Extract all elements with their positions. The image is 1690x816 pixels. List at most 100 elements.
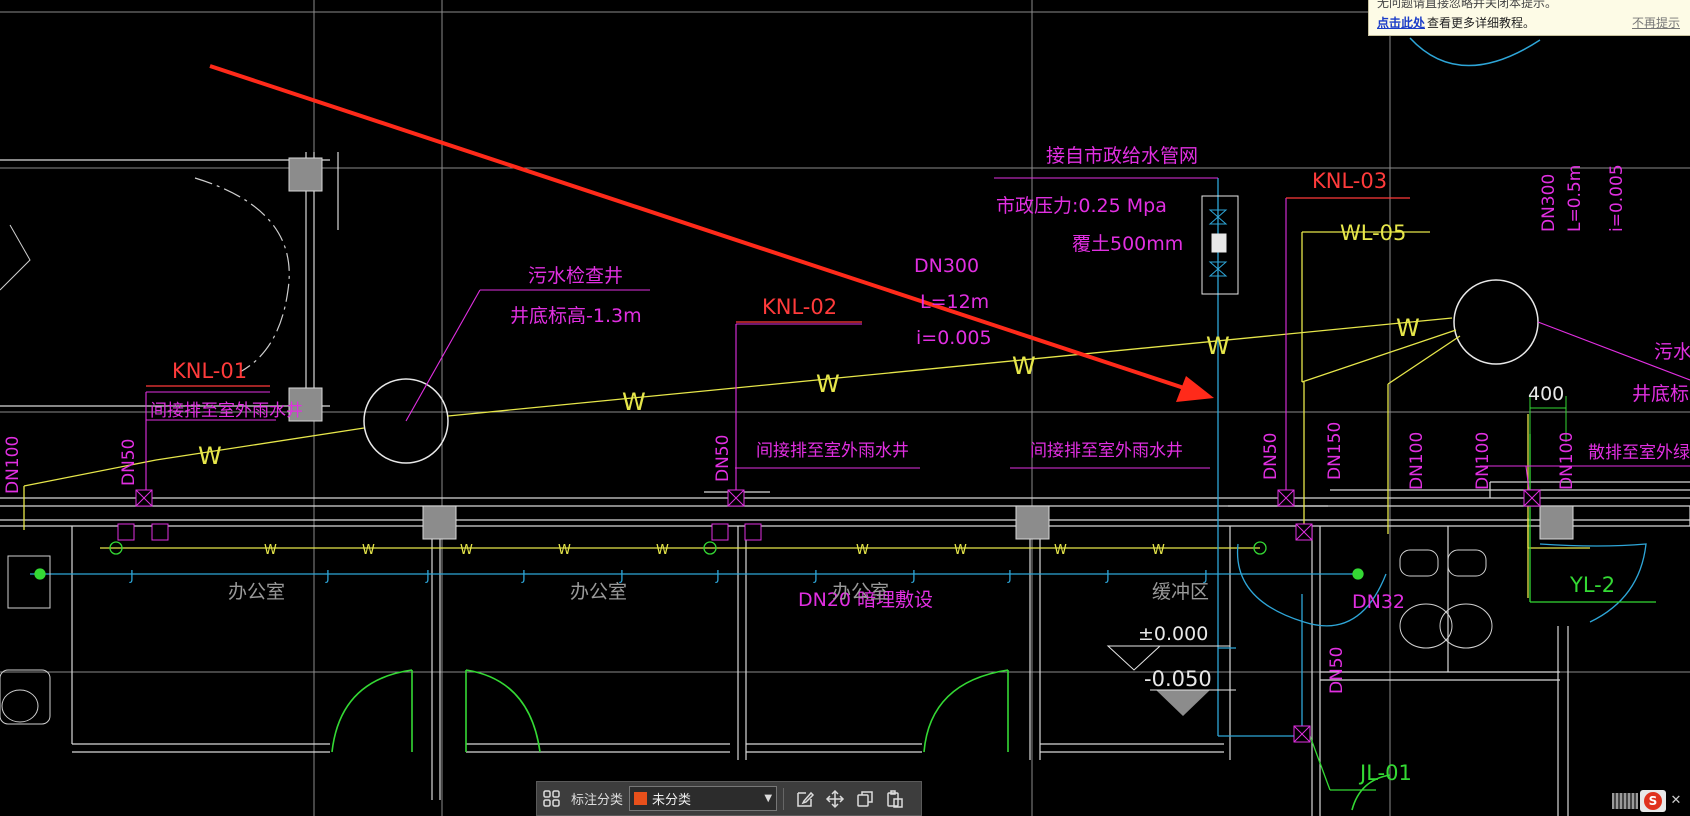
walls — [0, 152, 1690, 816]
toolbar-separator — [783, 787, 785, 810]
svg-text:J: J — [911, 569, 916, 584]
svg-text:W: W — [362, 543, 375, 558]
room-buffer: 缓冲区 — [1152, 581, 1209, 603]
indirect-rain-label: 间接排至室外雨水井 — [756, 441, 909, 461]
tip-banner: 无问题请直接忽略并关闭本提示。 点击此处 查看更多详细教程。 不再提示 — [1368, 0, 1690, 36]
ime-icon[interactable]: S — [1640, 790, 1666, 812]
svg-text:J: J — [1007, 569, 1012, 584]
valve-box — [1201, 195, 1239, 295]
svg-text:J: J — [1105, 569, 1110, 584]
svg-text:W: W — [460, 543, 473, 558]
sewage-right-label: 污水 — [1654, 341, 1690, 363]
move-icon[interactable] — [820, 784, 850, 814]
cleanouts — [117, 489, 1541, 743]
sewage-well-elevation: 井底标高-1.3m — [510, 305, 642, 327]
paste-icon[interactable] — [880, 784, 910, 814]
jl01-label: JL-01 — [1358, 761, 1412, 785]
svg-text:DN100: DN100 — [3, 436, 23, 494]
svg-text:W: W — [954, 543, 967, 558]
annotation-category-select[interactable]: 未分类 ▼ — [629, 786, 778, 811]
red-labels: KNL-01 KNL-02 KNL-03 — [172, 169, 1387, 383]
svg-text:W: W — [856, 543, 869, 558]
well-elev-right-label: 井底标高 — [1632, 383, 1690, 405]
elevation-minus: -0.050 — [1144, 667, 1212, 691]
dashed-arc — [194, 177, 290, 373]
sewage-well-label: 污水检查井 — [528, 265, 623, 287]
wl05-label: WL-05 — [1340, 221, 1406, 245]
svg-text:W: W — [264, 543, 277, 558]
svg-text:W: W — [558, 543, 571, 558]
svg-text:J: J — [129, 569, 134, 584]
svg-text:DN100: DN100 — [1473, 432, 1493, 490]
cover-soil-label: 覆土500mm — [1072, 233, 1183, 255]
room-office: 办公室 — [832, 581, 889, 603]
cleanout-crosses — [135, 489, 1541, 743]
w-marker: W — [1396, 314, 1420, 342]
svg-text:i=0.005: i=0.005 — [1607, 164, 1627, 232]
magenta-labels: 污水检查井 井底标高-1.3m 间接排至室外雨水井 间接排至室外雨水井 间接排至… — [150, 145, 1690, 613]
cad-drawing-canvas[interactable]: W W W W W W W W W W W W W W W J J J J J … — [0, 0, 1690, 816]
red-pointer-arrow-head — [1176, 376, 1214, 402]
knl03-label: KNL-03 — [1312, 169, 1387, 193]
annotation-toolbar: 标注分类 未分类 ▼ — [536, 781, 922, 816]
yl2-label: YL-2 — [1569, 573, 1615, 597]
tip-top-text: 无问题请直接忽略并关闭本提示。 — [1377, 0, 1558, 10]
svg-text:DN50: DN50 — [713, 435, 733, 482]
svg-text:DN100: DN100 — [1557, 432, 1577, 490]
tip-text: 查看更多详细教程。 — [1427, 16, 1536, 30]
svg-text:W: W — [1152, 543, 1165, 558]
manholes — [363, 37, 1541, 464]
tip-tutorial-link[interactable]: 点击此处 — [1377, 14, 1425, 31]
dn32-label: DN32 — [1352, 591, 1405, 613]
edit-icon[interactable] — [790, 784, 820, 814]
svg-text:J: J — [521, 569, 526, 584]
municipal-supply-label: 接自市政给水管网 — [1046, 145, 1198, 167]
svg-text:DN150: DN150 — [1325, 422, 1345, 480]
municipal-pressure-label: 市政压力:0.25 Mpa — [996, 195, 1167, 217]
chevron-down-icon: ▼ — [764, 793, 773, 804]
cad-drawing: W W W W W W W W W W W W W W W J J J J J … — [0, 0, 1690, 816]
svg-text:DN300: DN300 — [1539, 174, 1559, 232]
knl02-label: KNL-02 — [762, 295, 837, 319]
copy-icon[interactable] — [850, 784, 880, 814]
w-marker: W — [1206, 332, 1230, 360]
svg-text:J: J — [425, 569, 430, 584]
svg-text:W: W — [656, 543, 669, 558]
system-tray: S ✕ — [1612, 788, 1690, 814]
svg-text:DN50: DN50 — [1261, 433, 1281, 480]
pipe-slope-label: i=0.005 — [916, 327, 992, 349]
elev-triangle-2 — [1156, 690, 1210, 716]
knl01-label: KNL-01 — [172, 359, 247, 383]
tray-grip-icon[interactable] — [1612, 793, 1638, 809]
j-markers: J J J J J J J J J J J — [129, 569, 1208, 584]
room-office: 办公室 — [228, 581, 285, 603]
left-symbol — [0, 224, 31, 291]
elevation-zero: ±0.000 — [1138, 623, 1208, 645]
w-marker: W — [198, 442, 222, 470]
dn300-label: DN300 — [914, 255, 979, 277]
category-color-swatch — [634, 792, 648, 805]
svg-text:L=0.5m: L=0.5m — [1565, 165, 1585, 232]
close-icon[interactable]: ✕ — [1668, 793, 1684, 809]
w-marker: W — [816, 370, 840, 398]
svg-text:W: W — [1054, 543, 1067, 558]
svg-text:DN50: DN50 — [119, 439, 139, 486]
indirect-rain-label: 间接排至室外雨水井 — [150, 401, 303, 421]
pipe-length-label: L=12m — [920, 291, 989, 313]
w-marker: W — [622, 388, 646, 416]
dimension-400-label: 400 — [1528, 383, 1564, 405]
indirect-rain-label: 间接排至室外雨水井 — [1030, 441, 1183, 461]
red-pointer-arrow-shaft — [209, 64, 1197, 394]
annotation-category-label: 标注分类 — [571, 793, 624, 808]
tip-dismiss-link[interactable]: 不再提示 — [1632, 14, 1680, 31]
room-office: 办公室 — [570, 581, 627, 603]
svg-text:DN100: DN100 — [1407, 432, 1427, 490]
svg-text:J: J — [325, 569, 330, 584]
grid-apps-icon[interactable] — [537, 784, 567, 814]
svg-text:J: J — [813, 569, 818, 584]
svg-text:DN50: DN50 — [1327, 647, 1347, 694]
w-marker: W — [1012, 352, 1036, 380]
category-select-value: 未分类 — [652, 793, 692, 808]
scatter-green-label: 散排至室外绿化 — [1588, 443, 1690, 463]
room-labels: 办公室 办公室 办公室 缓冲区 — [228, 581, 1209, 603]
